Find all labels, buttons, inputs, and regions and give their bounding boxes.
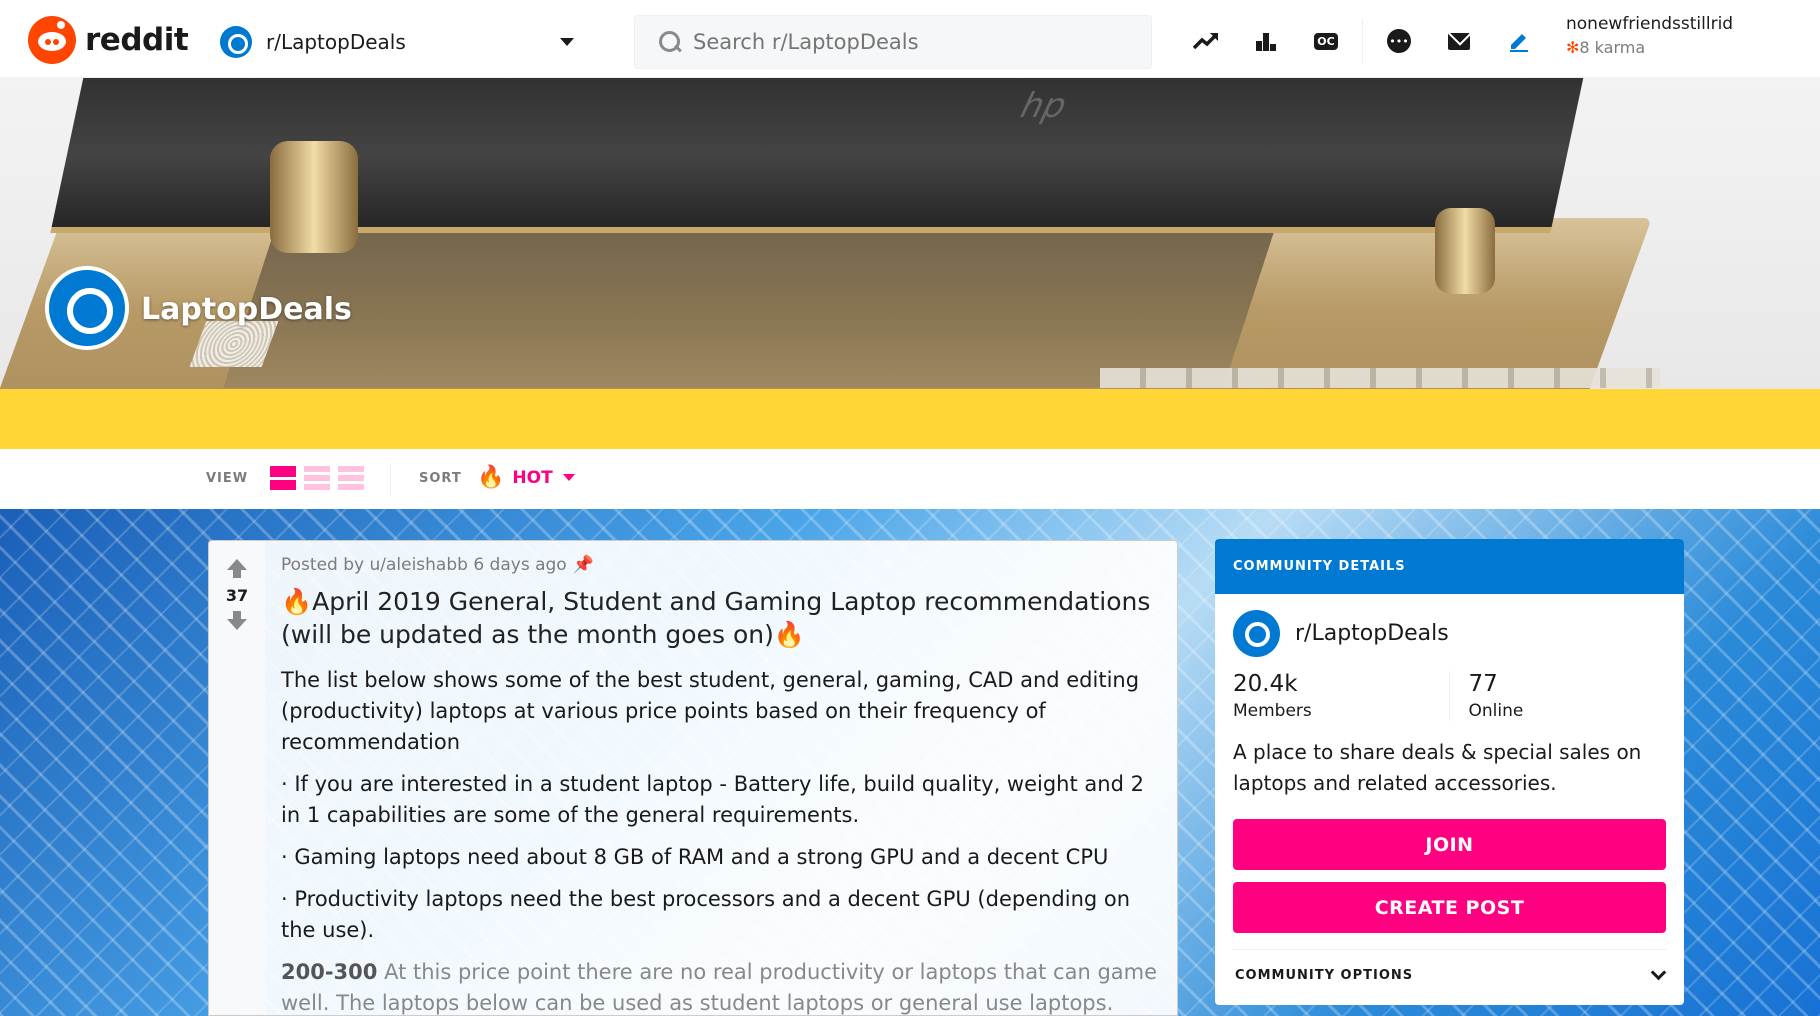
mail-icon[interactable] [1429,22,1489,60]
search-bar[interactable] [634,15,1152,69]
downvote-icon[interactable] [227,611,247,630]
header-divider [1362,18,1363,64]
community-banner: hp LaptopDeals [0,78,1820,389]
chevron-down-icon [562,474,575,481]
top-header: reddit r/LaptopDeals OC ••• nonewfriends… [0,0,1820,78]
members-count: 20.4k [1233,671,1298,697]
chevron-down-icon [1650,964,1667,981]
create-post-icon[interactable] [1489,22,1549,60]
search-input[interactable] [693,30,1133,54]
community-avatar [45,266,129,350]
view-label: VIEW [206,471,249,486]
post-paragraph: · Gaming laptops need about 8 GB of RAM … [281,845,1109,869]
chevron-down-icon [560,38,574,46]
post-meta-text: Posted by u/aleishabb 6 days ago [281,555,567,575]
view-sort-bar: VIEW SORT 🔥 HOT [0,449,1820,509]
community-description: A place to share deals & special sales o… [1233,740,1642,795]
reddit-snoo-icon [28,16,76,64]
price-range-label: 200-300 [281,960,378,984]
community-details-header: COMMUNITY DETAILS [1215,539,1684,594]
post-title[interactable]: 🔥April 2019 General, Student and Gaming … [281,585,1161,651]
price-range-text: At this price point there are no real pr… [281,960,1158,1015]
post-text: The list below shows some of the best st… [281,665,1161,1015]
members-stat: 20.4k Members [1233,671,1449,721]
upvote-icon[interactable] [227,559,247,578]
online-stat: 77 Online [1449,671,1666,721]
karma-count: 8 karma [1579,38,1646,57]
flame-icon: 🔥 [477,465,505,490]
create-post-button[interactable]: CREATE POST [1233,882,1666,933]
members-label: Members [1233,701,1312,721]
community-icon [1233,610,1280,657]
subreddit-switcher[interactable]: r/LaptopDeals [220,22,594,62]
community-title: LaptopDeals [141,292,352,327]
logo-text: reddit [85,22,189,58]
leaderboard-icon[interactable] [1236,22,1296,60]
chat-icon[interactable]: ••• [1369,22,1429,60]
sort-value: HOT [512,467,553,488]
karma-icon: ✻ [1566,38,1580,57]
trending-icon[interactable] [1176,22,1236,60]
header-icons: OC ••• [1176,18,1549,64]
online-count: 77 [1468,671,1498,697]
pin-icon: 📌 [572,555,594,575]
post-paragraph: The list below shows some of the best st… [281,668,1140,754]
post-meta: Posted by u/aleishabb 6 days ago 📌 [281,555,1161,575]
username: nonewfriendsstillrid [1566,14,1734,34]
sort-dropdown[interactable]: 🔥 HOT [477,465,575,490]
community-options-toggle[interactable]: COMMUNITY OPTIONS [1215,950,1684,983]
subreddit-switcher-label: r/LaptopDeals [266,30,406,54]
classic-view-icon[interactable] [304,466,330,490]
online-label: Online [1468,701,1524,721]
community-details-card: COMMUNITY DETAILS r/LaptopDeals 20.4k Me… [1215,539,1684,1005]
post-paragraph: · Productivity laptops need the best pro… [281,887,1131,942]
sort-label: SORT [419,471,462,486]
post-paragraph: · If you are interested in a student lap… [281,772,1144,827]
compact-view-icon[interactable] [338,466,364,490]
community-name[interactable]: r/LaptopDeals [1295,621,1449,646]
subreddit-icon [220,26,252,58]
post-score: 37 [225,586,249,605]
community-options-label: COMMUNITY OPTIONS [1235,968,1414,983]
vote-column: 37 [209,541,265,1015]
post-card[interactable]: 37 Posted by u/aleishabb 6 days ago 📌 🔥Ap… [208,540,1178,1016]
search-icon [659,31,681,53]
user-menu[interactable]: nonewfriendsstillrid ✻8 karma [1566,14,1733,57]
community-accent-bar [0,389,1820,449]
reddit-logo[interactable]: reddit [28,16,189,64]
join-button[interactable]: JOIN [1233,819,1666,870]
oc-icon[interactable]: OC [1296,22,1356,60]
card-view-icon[interactable] [270,466,296,490]
